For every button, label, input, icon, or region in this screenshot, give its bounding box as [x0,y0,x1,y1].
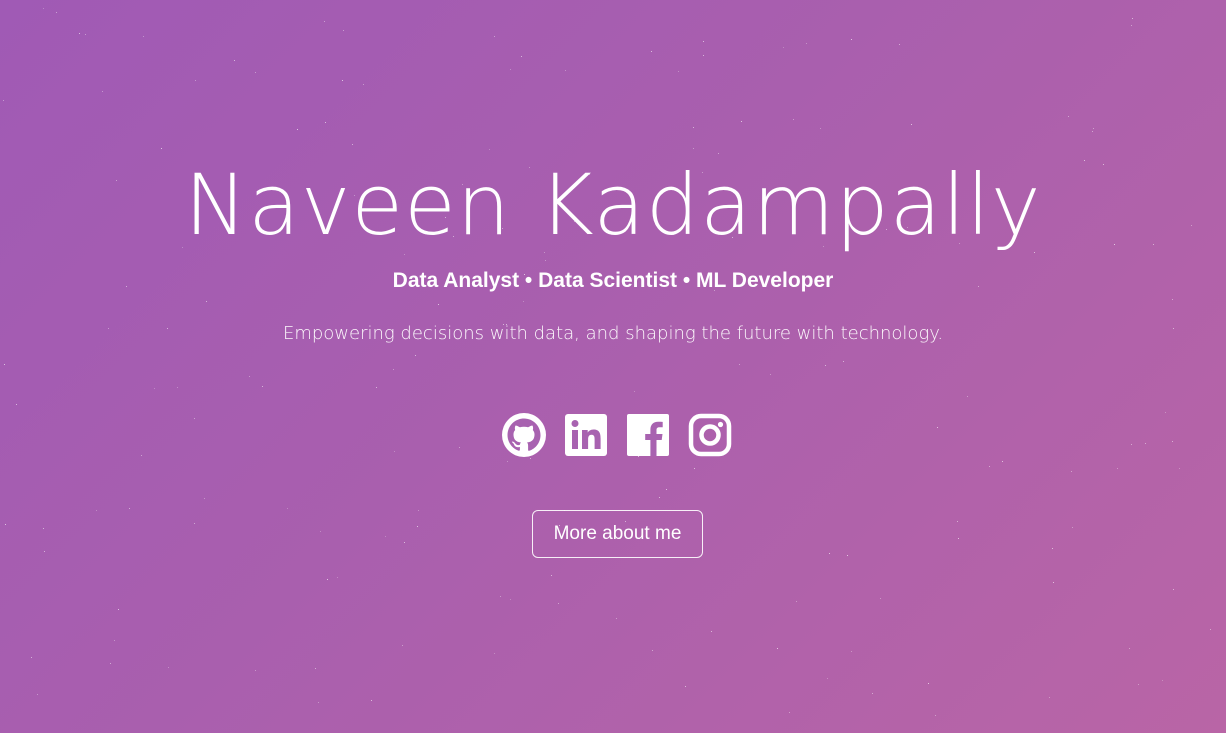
instagram-icon [688,413,732,457]
facebook-icon [627,414,669,456]
hero-roles: Data Analyst • Data Scientist • ML Devel… [392,269,834,292]
more-about-me-button[interactable]: More about me [532,510,703,558]
facebook-link[interactable] [624,411,672,459]
linkedin-icon [565,414,607,456]
hero-name: Naveen Kadampally [184,156,1042,254]
linkedin-link[interactable] [562,411,610,459]
instagram-link[interactable] [686,411,734,459]
github-icon [502,413,546,457]
hero-section: Naveen Kadampally Data Analyst • Data Sc… [0,0,1226,733]
hero-tagline: Empowering decisions with data, and shap… [282,323,944,344]
social-links [500,410,740,460]
github-link[interactable] [500,411,548,459]
